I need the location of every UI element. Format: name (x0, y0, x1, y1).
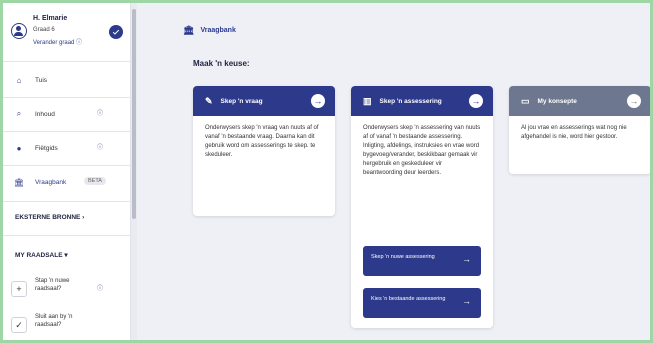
home-icon: ⌂ (16, 75, 22, 85)
arrow-right-icon[interactable]: → (627, 94, 641, 108)
create-question-card[interactable]: ✎ Skep 'n vraag → Onderwysers skep 'n vr… (193, 86, 335, 216)
card-description: Onderwysers skep 'n vraag van nuuts af o… (193, 116, 335, 168)
join-advice-item[interactable]: ✓ Sluit aan by 'n raadsaal? (11, 311, 123, 339)
search-icon: ⌕ (16, 109, 22, 118)
sidebar-item-content[interactable]: ⌕ Inhoud ⓘ (11, 103, 123, 125)
arrow-right-icon[interactable]: → (469, 94, 483, 108)
folder-icon: ▭ (521, 95, 530, 106)
my-advice-toggle[interactable]: MY RAADSALE ▾ (15, 251, 68, 259)
arrow-right-icon: → (462, 296, 471, 306)
info-icon[interactable]: ⓘ (97, 108, 103, 117)
arrow-right-icon[interactable]: → (311, 94, 325, 108)
card-header[interactable]: ▥ Skep 'n assessering → (351, 86, 493, 116)
divider (3, 165, 131, 166)
edit-icon: ✎ (205, 95, 213, 106)
create-new-assessment-button[interactable]: Skep 'n nuwe assessering → (363, 246, 481, 276)
page-title-text: Vraagbank (200, 27, 236, 34)
sidebar-item-label: Tuis (35, 76, 48, 84)
page-subtitle: Maak 'n keuse: (193, 59, 250, 68)
card-description: Al jou vrae en assesserings wat nog nie … (521, 125, 627, 140)
card-description: Onderwysers skep 'n assessering van nuut… (363, 125, 481, 176)
divider (3, 235, 131, 236)
sidebar-item-label: Fiëtgids (35, 144, 58, 152)
card-title: Skep 'n vraag (220, 97, 263, 105)
check-badge-icon (109, 25, 123, 39)
user-profile[interactable]: H. Elmarie Graad 6 Verander graad ⓘ (9, 13, 127, 53)
card-title: Skep 'n assessering (379, 97, 442, 105)
book-icon: ▥ (363, 95, 372, 106)
create-assessment-card[interactable]: ▥ Skep 'n assessering → Onderwysers skep… (351, 86, 493, 328)
bank-icon: 🏛 (13, 177, 25, 187)
page-title: 🏛 Vraagbank (183, 25, 236, 36)
bank-icon: 🏛 (183, 25, 195, 35)
divider (3, 61, 131, 62)
external-sources-toggle[interactable]: EKSTERNE BRONNE › (15, 214, 84, 221)
sidebar-item-question-bank[interactable]: 🏛 Vraagbank BETA (11, 171, 123, 193)
card-description-text: Onderwysers skep 'n vraag van nuuts af o… (205, 125, 319, 149)
my-drafts-card[interactable]: ▭ My konsepte → Al jou vrae en assesseri… (509, 86, 650, 174)
change-grade-link[interactable]: Verander graad ⓘ (33, 37, 82, 46)
divider (3, 97, 131, 98)
beta-badge: BETA (84, 177, 106, 185)
plus-icon: + (11, 281, 27, 297)
sidebar: H. Elmarie Graad 6 Verander graad ⓘ ⌂ Tu… (3, 3, 131, 340)
sidebar-item-label: Vraagbank (35, 178, 67, 186)
app-window: H. Elmarie Graad 6 Verander graad ⓘ ⌂ Tu… (3, 3, 650, 340)
card-title: My konsepte (537, 97, 577, 105)
info-icon[interactable]: ⓘ (97, 283, 103, 292)
card-header[interactable]: ✎ Skep 'n vraag → (193, 86, 335, 116)
divider (3, 201, 131, 202)
info-icon[interactable]: ⓘ (97, 142, 103, 151)
divider (3, 131, 131, 132)
choose-existing-assessment-button[interactable]: Kies 'n bestaande assessering → (363, 288, 481, 318)
advice-item-label: Stap 'n nuwe raadsaal? (35, 278, 70, 292)
button-label: Skep 'n nuwe assessering (371, 254, 435, 260)
sidebar-item-guide[interactable]: ● Fiëtgids ⓘ (11, 137, 123, 159)
sidebar-item-home[interactable]: ⌂ Tuis (11, 69, 123, 91)
sidebar-scrollbar[interactable] (131, 3, 137, 340)
scrollbar-thumb[interactable] (132, 9, 136, 219)
button-label: Kies 'n bestaande assessering (371, 296, 446, 302)
lightbulb-icon: ● (16, 143, 22, 153)
arrow-right-icon: → (462, 254, 471, 264)
check-icon: ✓ (11, 317, 27, 333)
avatar (11, 23, 27, 39)
card-header[interactable]: ▭ My konsepte → (509, 86, 650, 116)
user-name: H. Elmarie (33, 15, 68, 22)
advice-item-label: Sluit aan by 'n raadsaal? (35, 314, 73, 328)
user-grade: Graad 6 (33, 27, 55, 33)
new-advice-item[interactable]: + Stap 'n nuwe raadsaal? ⓘ (11, 275, 123, 303)
sidebar-item-label: Inhoud (35, 110, 55, 118)
